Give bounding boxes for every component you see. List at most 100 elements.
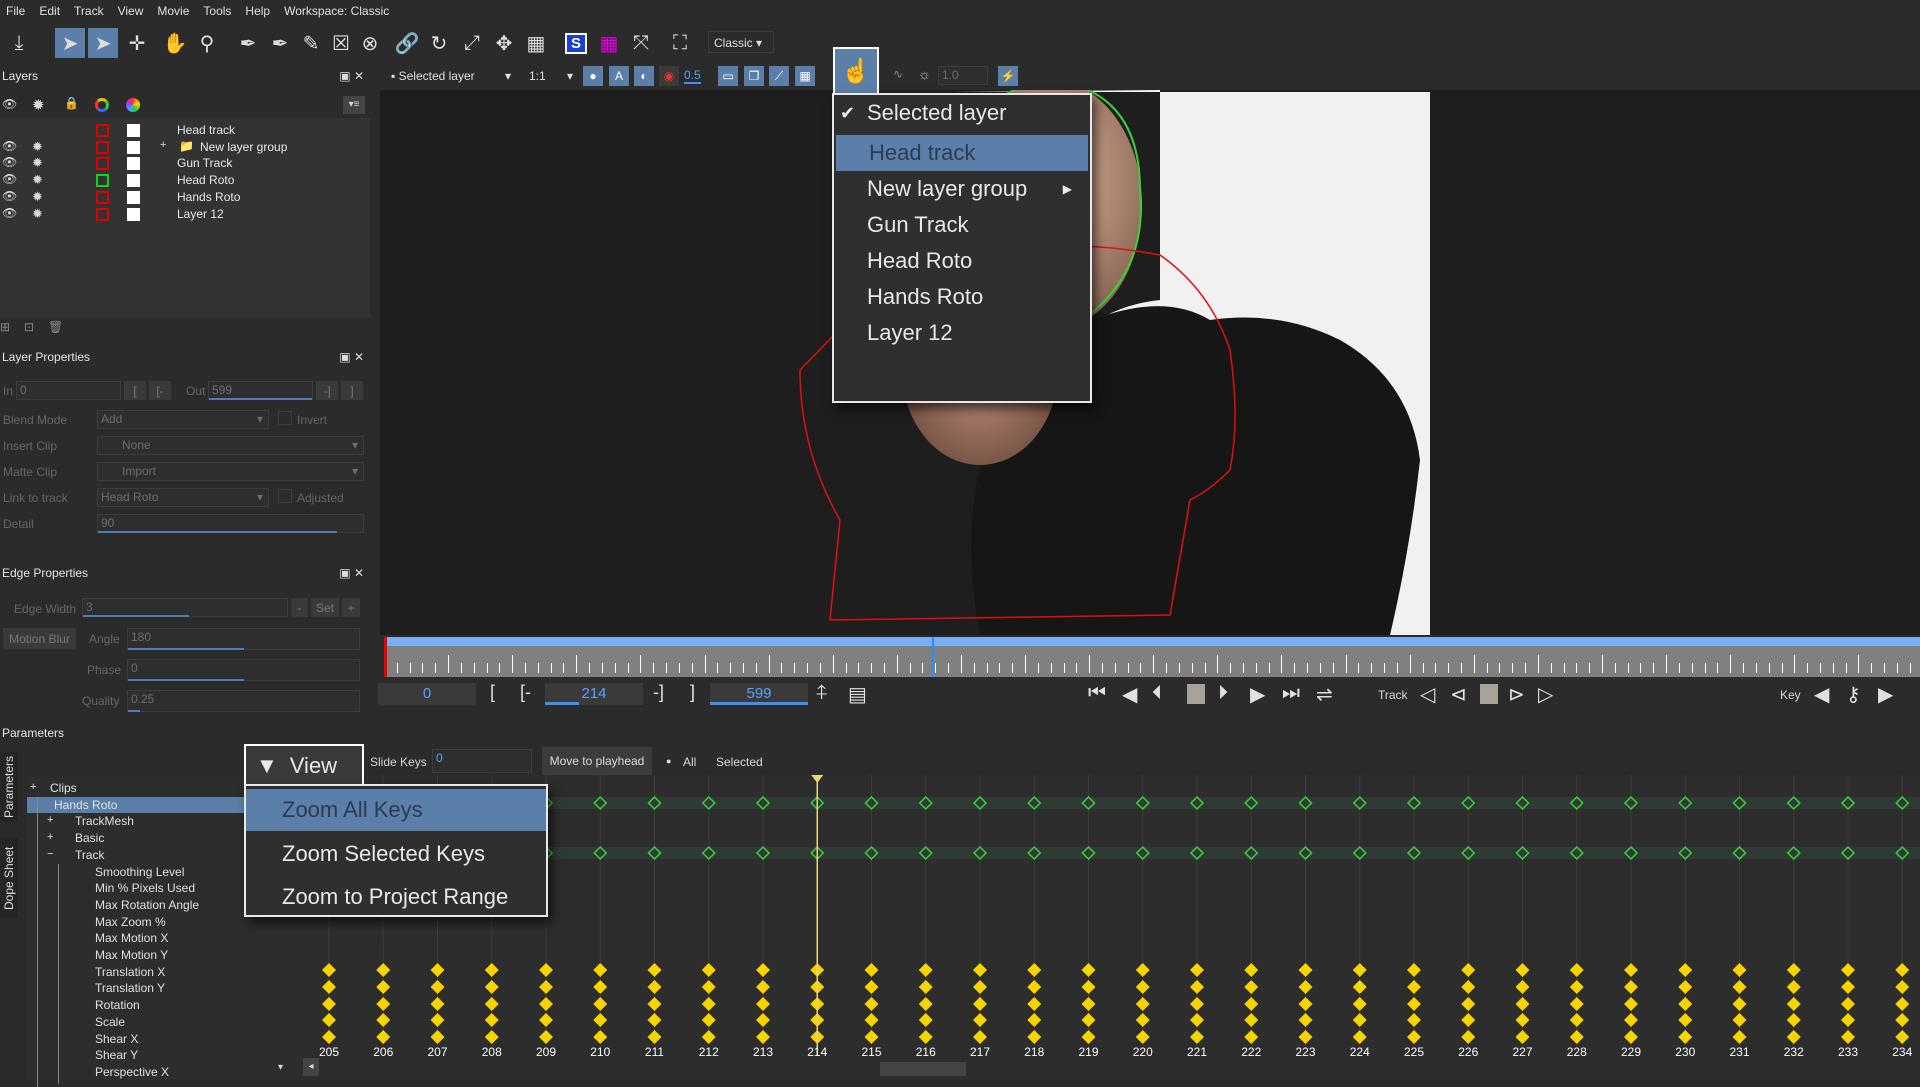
show-splines-icon[interactable]: ⟋ — [769, 66, 789, 86]
yellow-keyframe[interactable] — [430, 997, 445, 1011]
menu-item-zoom-all-keys[interactable]: Zoom All Keys — [246, 789, 546, 831]
yellow-keyframe[interactable] — [1461, 980, 1476, 994]
yellow-keyframe[interactable] — [918, 1013, 933, 1027]
menu-item-layer[interactable]: Head Roto — [834, 243, 1090, 279]
tab-parameters[interactable]: Parameters — [0, 752, 18, 822]
outline-color-swatch[interactable] — [96, 124, 109, 137]
yellow-keyframe[interactable] — [1678, 1013, 1693, 1027]
yellow-keyframe[interactable] — [1190, 980, 1204, 994]
yellow-keyframe[interactable] — [1352, 997, 1367, 1011]
yellow-keyframe[interactable] — [1027, 997, 1042, 1011]
yellow-keyframe[interactable] — [1081, 963, 1096, 977]
track-forward-icon[interactable]: ▷ — [1538, 682, 1553, 707]
parameter-tree-item[interactable]: Max Motion Y — [27, 947, 300, 963]
layer-row[interactable]: 👁 ✹ Layer 12 — [0, 206, 372, 222]
yellow-keyframe[interactable] — [1190, 997, 1204, 1011]
eye-icon[interactable]: 👁 — [2, 189, 17, 203]
yellow-keyframe[interactable] — [701, 963, 716, 977]
view-menu-button[interactable]: ▼ View — [244, 744, 364, 786]
motion-blur-button[interactable]: Motion Blur — [3, 628, 76, 649]
overlay-color-swatch[interactable] — [127, 157, 140, 171]
yellow-keyframe[interactable] — [647, 963, 662, 977]
yellow-keyframe[interactable] — [864, 1013, 879, 1027]
yellow-keyframe[interactable] — [1786, 963, 1801, 977]
yellow-keyframe[interactable] — [1569, 963, 1584, 977]
yellow-keyframe[interactable] — [701, 980, 716, 994]
yellow-keyframe[interactable] — [1244, 1013, 1259, 1027]
bounding-box-icon[interactable]: ⛶ — [665, 28, 695, 58]
surface-s-icon[interactable]: S — [561, 28, 591, 58]
yellow-keyframe[interactable] — [1407, 1030, 1421, 1044]
gear-icon[interactable]: ✹ — [32, 172, 43, 188]
keys-horizontal-scrollbar[interactable] — [880, 1062, 966, 1076]
yellow-keyframe[interactable] — [756, 1013, 770, 1027]
yellow-keyframe[interactable] — [539, 980, 553, 994]
yellow-keyframe[interactable] — [593, 997, 608, 1011]
yellow-keyframe[interactable] — [1624, 980, 1638, 994]
gear-icon[interactable]: ✹ — [32, 139, 43, 155]
current-frame-field[interactable]: 214 — [545, 683, 643, 705]
yellow-keyframe[interactable] — [1624, 963, 1638, 977]
set-out-bracket-button[interactable]: ] — [341, 381, 363, 400]
yellow-keyframe[interactable] — [1081, 1030, 1096, 1044]
yellow-keyframe[interactable] — [430, 963, 445, 977]
layer-row[interactable]: 👁 ✹ + 📁 New layer group — [0, 139, 372, 155]
yellow-keyframe[interactable] — [1624, 997, 1638, 1011]
yellow-keyframe[interactable] — [864, 1030, 879, 1044]
yellow-keyframe[interactable] — [756, 997, 770, 1011]
track-stop-button[interactable] — [1480, 684, 1498, 704]
brightness-icon[interactable]: ☼ — [918, 66, 931, 82]
menu-view[interactable]: View — [118, 4, 144, 18]
blend-mode-select[interactable]: Add ▾ — [97, 410, 269, 429]
yellow-keyframe[interactable] — [1895, 997, 1910, 1011]
yellow-keyframe[interactable] — [1786, 997, 1801, 1011]
yellow-keyframe[interactable] — [539, 1030, 553, 1044]
menu-movie[interactable]: Movie — [157, 4, 189, 18]
yellow-keyframe[interactable] — [1352, 963, 1367, 977]
panel-float-close-icons[interactable]: ▣ ✕ — [339, 566, 364, 580]
yellow-keyframe[interactable] — [322, 1030, 336, 1044]
yellow-keyframe[interactable] — [1298, 1030, 1313, 1044]
show-layers-icon[interactable]: ❐ — [744, 66, 764, 86]
yellow-keyframe[interactable] — [1732, 963, 1747, 977]
yellow-keyframe[interactable] — [1515, 1013, 1530, 1027]
yellow-keyframe[interactable] — [430, 1030, 445, 1044]
yellow-keyframe[interactable] — [1732, 1013, 1747, 1027]
play-backward-icon[interactable]: ◀ — [1122, 682, 1137, 707]
yellow-keyframe[interactable] — [484, 1030, 499, 1044]
rotate-icon[interactable]: ↻ — [424, 28, 454, 58]
stop-button[interactable] — [1187, 684, 1205, 704]
tree-scroll-down-icon[interactable]: ▾ — [278, 1062, 283, 1073]
select-b-tool-icon[interactable]: ➤ — [88, 28, 118, 58]
scale-icon[interactable]: ⤢ — [457, 28, 487, 58]
menu-help[interactable]: Help — [245, 4, 270, 18]
keys-scroll-left-icon[interactable]: ◂ — [303, 1058, 319, 1076]
yellow-keyframe[interactable] — [1027, 1013, 1042, 1027]
yellow-keyframe[interactable] — [1244, 963, 1259, 977]
add-key-icon[interactable]: ⚷ — [1846, 682, 1861, 707]
invert-checkbox[interactable] — [278, 411, 292, 425]
overlay-color-swatch[interactable] — [127, 124, 140, 137]
yellow-keyframe[interactable] — [1841, 980, 1855, 994]
matte-clip-select[interactable]: Import ▾ — [97, 462, 364, 481]
in-field[interactable]: 0 — [16, 381, 121, 400]
outline-color-swatch[interactable] — [96, 140, 109, 154]
expand-icon[interactable]: + — [30, 781, 36, 793]
yellow-keyframe[interactable] — [1569, 1030, 1584, 1044]
curve-icon[interactable]: ∿ — [893, 67, 903, 81]
yellow-keyframe[interactable] — [376, 980, 391, 994]
yellow-keyframe[interactable] — [484, 997, 499, 1011]
in-point-marker[interactable] — [384, 637, 387, 677]
delete-layer-icon[interactable]: 🗑 — [48, 320, 63, 334]
eye-icon[interactable]: 👁 — [2, 155, 17, 169]
gear-icon[interactable]: ✹ — [32, 155, 43, 171]
yellow-keyframe[interactable] — [647, 997, 662, 1011]
exposure-field[interactable]: 1.0 — [938, 66, 988, 85]
out-field[interactable]: 599 — [208, 381, 313, 400]
overlay-color-swatch[interactable] — [127, 207, 140, 221]
overlay-color-swatch[interactable] — [127, 190, 140, 204]
yellow-keyframe[interactable] — [918, 1030, 933, 1044]
add-point-tool-icon[interactable]: ✛ — [122, 28, 152, 58]
yellow-keyframe[interactable] — [322, 980, 336, 994]
parameter-tree-item[interactable]: Perspective X — [27, 1064, 300, 1080]
